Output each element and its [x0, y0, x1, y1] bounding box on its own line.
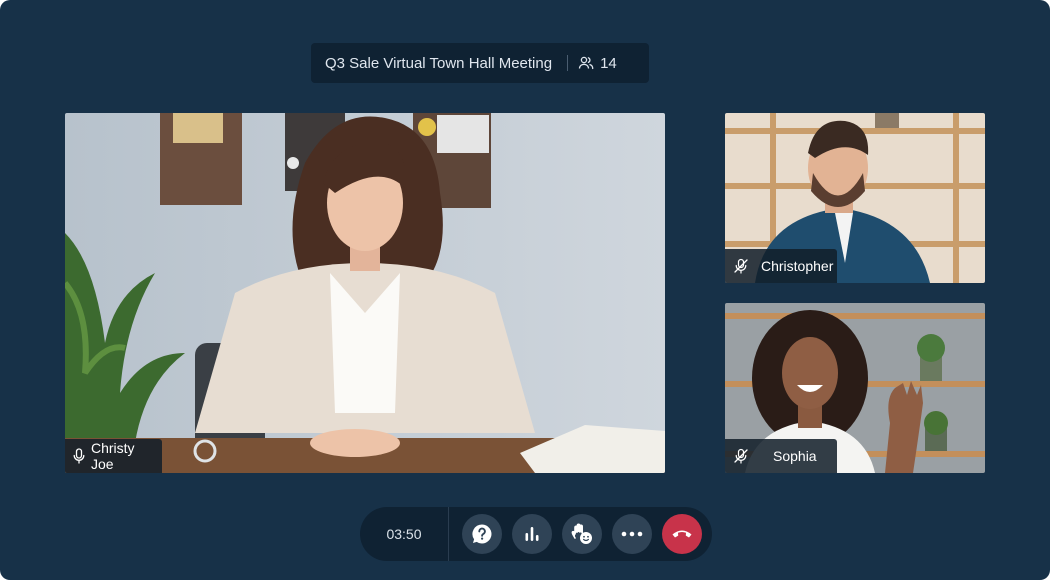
- participant-name: Sophia: [773, 448, 817, 464]
- main-video-feed: [65, 113, 665, 473]
- participant-name-tag: Sophia: [725, 439, 837, 473]
- call-control-bar: 03:50: [360, 507, 712, 561]
- mic-muted-icon: [734, 258, 748, 274]
- speaker-name-tag: Christy Joe: [65, 439, 162, 473]
- video-call-window: Q3 Sale Virtual Town Hall Meeting 14 Chr…: [0, 0, 1050, 580]
- end-call-button[interactable]: [662, 514, 702, 554]
- participant-tile-sophia[interactable]: Sophia: [725, 303, 985, 473]
- participant-name-tag: Christopher: [725, 249, 837, 283]
- meeting-title: Q3 Sale Virtual Town Hall Meeting: [325, 54, 553, 72]
- participant-count: 14: [600, 54, 617, 72]
- raise-hand-icon: [571, 523, 592, 544]
- poll-button[interactable]: [512, 514, 552, 554]
- participants-icon: [578, 56, 594, 70]
- help-button[interactable]: [462, 514, 502, 554]
- call-controls: [449, 514, 702, 554]
- participant-tile-christopher[interactable]: Christopher: [725, 113, 985, 283]
- header-divider: [567, 55, 569, 71]
- meeting-header: Q3 Sale Virtual Town Hall Meeting 14: [311, 43, 649, 83]
- speaker-name: Christy Joe: [91, 440, 135, 472]
- poll-icon: [525, 527, 539, 541]
- raise-hand-button[interactable]: [562, 514, 602, 554]
- help-icon: [472, 524, 492, 544]
- participant-name: Christopher: [761, 258, 834, 274]
- more-icon: [621, 531, 643, 537]
- mic-muted-icon: [734, 448, 748, 464]
- main-video-tile[interactable]: Christy Joe: [65, 113, 665, 473]
- end-call-icon: [672, 530, 692, 538]
- call-timer: 03:50: [386, 526, 422, 542]
- microphone-icon: [73, 448, 85, 464]
- participants-button[interactable]: 14: [578, 55, 617, 72]
- more-button[interactable]: [612, 514, 652, 554]
